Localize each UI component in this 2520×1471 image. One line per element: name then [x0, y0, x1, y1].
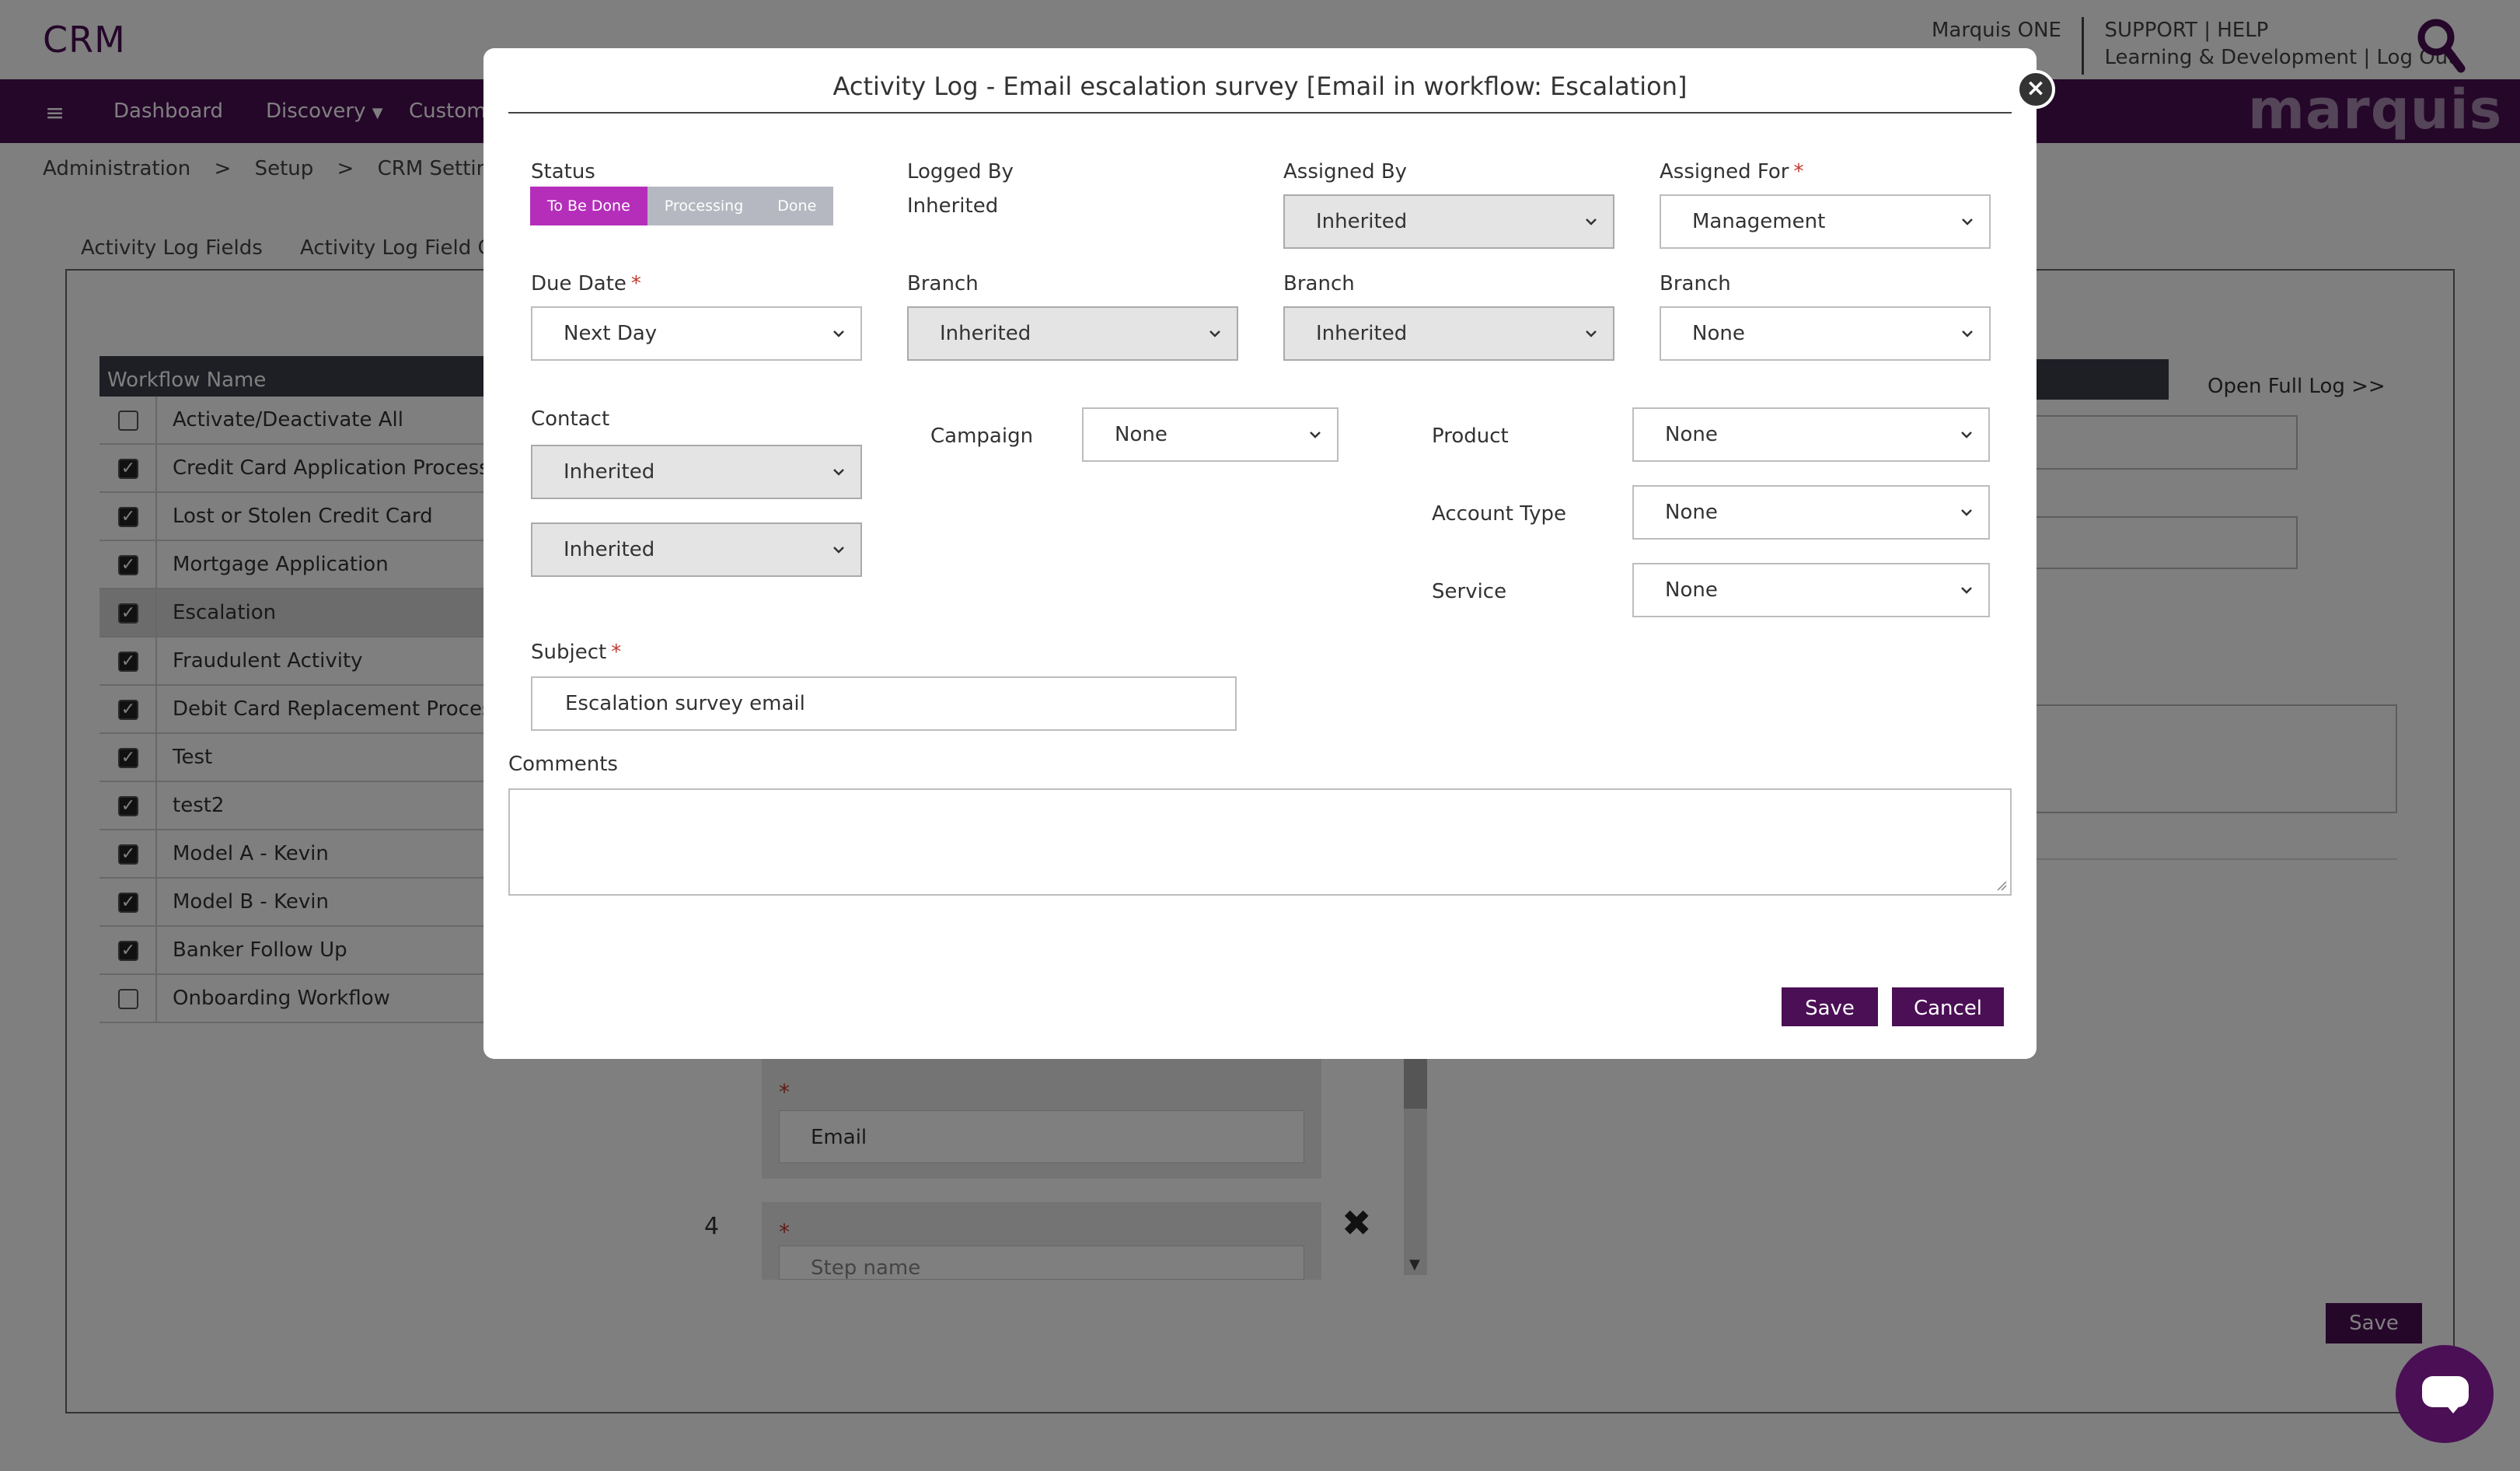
branch-value: None	[1692, 322, 1745, 345]
assigned-by-select[interactable]: Inherited	[1283, 194, 1614, 249]
chevron-down-icon	[833, 330, 844, 337]
status-toggle: To Be Done Processing Done	[530, 187, 834, 225]
chat-icon	[2422, 1376, 2469, 1413]
required-marker: *	[1793, 160, 1804, 183]
modal-title: Activity Log - Email escalation survey […	[508, 72, 2012, 114]
due-date-select[interactable]: Next Day	[531, 306, 862, 361]
branch-label: Branch	[1660, 272, 1731, 295]
account-type-value: None	[1665, 501, 1718, 524]
comments-label: Comments	[508, 753, 618, 776]
due-date-value: Next Day	[564, 322, 658, 345]
service-value: None	[1665, 578, 1718, 602]
product-value: None	[1665, 423, 1718, 446]
status-to-be-done[interactable]: To Be Done	[530, 187, 647, 225]
product-select[interactable]: None	[1632, 407, 1990, 462]
subject-label-text: Subject	[531, 641, 607, 664]
chevron-down-icon	[1586, 330, 1597, 337]
contact-secondary-value: Inherited	[564, 538, 655, 561]
logged-by-value: Inherited	[907, 194, 999, 218]
close-icon[interactable]: ×	[2016, 70, 2055, 109]
save-button[interactable]: Save	[1782, 987, 1878, 1026]
branch-label: Branch	[907, 272, 979, 295]
chevron-down-icon	[1209, 330, 1220, 337]
chevron-down-icon	[1961, 432, 1972, 439]
assigned-for-label: Assigned For *	[1660, 160, 1803, 183]
contact-label: Contact	[531, 407, 610, 431]
chevron-down-icon	[1962, 218, 1973, 225]
campaign-value: None	[1115, 423, 1168, 446]
assigned-for-label-text: Assigned For	[1660, 160, 1789, 183]
product-label: Product	[1432, 425, 1509, 448]
contact-value: Inherited	[564, 460, 655, 484]
chevron-down-icon	[1310, 432, 1321, 439]
logged-by-branch-select[interactable]: Inherited	[907, 306, 1238, 361]
branch-label: Branch	[1283, 272, 1355, 295]
contact-secondary-select[interactable]: Inherited	[531, 522, 862, 577]
chevron-down-icon	[1961, 587, 1972, 594]
due-date-label-text: Due Date	[531, 272, 627, 295]
campaign-select[interactable]: None	[1082, 407, 1339, 462]
status-label: Status	[531, 160, 595, 183]
status-processing[interactable]: Processing	[647, 187, 761, 225]
status-done[interactable]: Done	[760, 187, 834, 225]
service-label: Service	[1432, 580, 1507, 603]
chevron-down-icon	[1961, 509, 1972, 516]
account-type-label: Account Type	[1432, 502, 1566, 526]
required-marker: *	[611, 641, 622, 664]
assigned-by-label: Assigned By	[1283, 160, 1408, 183]
comments-textarea[interactable]	[508, 788, 2012, 896]
logged-by-label: Logged By	[907, 160, 1014, 183]
assigned-for-value: Management	[1692, 210, 1826, 233]
required-marker: *	[630, 272, 641, 295]
branch-value: Inherited	[1316, 322, 1408, 345]
chat-button[interactable]	[2396, 1345, 2494, 1443]
account-type-select[interactable]: None	[1632, 485, 1990, 540]
subject-input[interactable]: Escalation survey email	[531, 676, 1237, 731]
campaign-label: Campaign	[930, 425, 1034, 448]
branch-value: Inherited	[940, 322, 1031, 345]
service-select[interactable]: None	[1632, 563, 1990, 617]
due-date-label: Due Date *	[531, 272, 641, 295]
chevron-down-icon	[1962, 330, 1973, 337]
assigned-by-branch-select[interactable]: Inherited	[1283, 306, 1614, 361]
chevron-down-icon	[833, 547, 844, 554]
assigned-for-branch-select[interactable]: None	[1660, 306, 1991, 361]
subject-label: Subject *	[531, 641, 621, 664]
contact-select[interactable]: Inherited	[531, 445, 862, 499]
chevron-down-icon	[1586, 218, 1597, 225]
cancel-button[interactable]: Cancel	[1892, 987, 2004, 1026]
assigned-for-select[interactable]: Management	[1660, 194, 1991, 249]
assigned-by-value: Inherited	[1316, 210, 1408, 233]
chevron-down-icon	[833, 469, 844, 476]
resize-grip-icon[interactable]	[1996, 880, 2007, 891]
